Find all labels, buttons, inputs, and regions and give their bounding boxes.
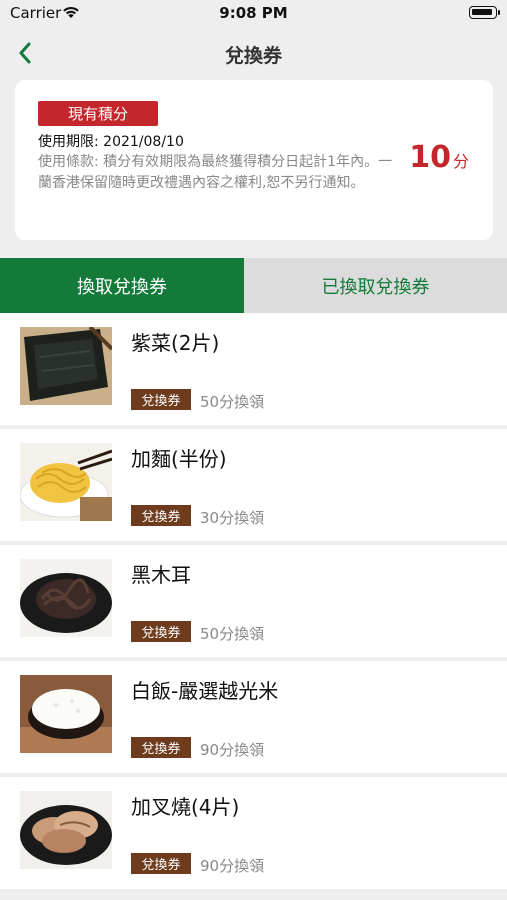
item-cost: 90分換領: [200, 857, 265, 875]
voucher-badge: 兌換券: [131, 737, 191, 758]
voucher-badge: 兌換券: [131, 853, 191, 874]
wood-ear-image: [20, 559, 112, 637]
item-cost: 50分換領: [200, 393, 265, 411]
list-item[interactable]: 黑木耳 兌換券 50分換領: [0, 545, 507, 657]
tab-bar: 換取兌換券 已換取兌換券: [0, 258, 507, 313]
terms-text: 使用條款: 積分有效期限為最終獲得積分日起計1年內。一蘭香港保留隨時更改禮遇內容…: [38, 154, 393, 191]
tab-redeemed-vouchers[interactable]: 已換取兌換券: [244, 258, 507, 313]
item-title: 加叉燒(4片): [131, 795, 240, 819]
item-title: 黑木耳: [131, 563, 191, 587]
points-unit: 分: [452, 152, 469, 171]
voucher-badge: 兌換券: [131, 389, 191, 410]
item-title: 加麵(半份): [131, 447, 227, 471]
list-item[interactable]: 紫菜(2片) 兌換券 50分換領: [0, 313, 507, 425]
points-card: 現有積分 使用期限: 2021/08/10 使用條款: 積分有效期限為最終獲得積…: [15, 80, 493, 240]
voucher-badge: 兌換券: [131, 621, 191, 642]
points-balance: 10 分: [409, 140, 469, 175]
points-number: 10: [409, 140, 451, 175]
item-title: 白飯-嚴選越光米: [131, 679, 279, 703]
item-cost: 50分換領: [200, 625, 265, 643]
rice-image: [20, 675, 112, 753]
battery-icon: [469, 6, 500, 19]
page-title: 兌換券: [224, 45, 282, 67]
list-item[interactable]: 白飯-嚴選越光米 兌換券 90分換領: [0, 661, 507, 773]
item-cost: 90分換領: [200, 741, 265, 759]
item-title: 紫菜(2片): [131, 331, 220, 355]
chashu-image: [20, 791, 112, 869]
expiry-date: 使用期限: 2021/08/10: [38, 134, 184, 150]
status-bar: Carrier 9:08 PM: [0, 0, 507, 28]
nav-bar: 兌換券: [0, 28, 507, 78]
nori-image: [20, 327, 112, 405]
voucher-list: 紫菜(2片) 兌換券 50分換領 加麵(半份) 兌換券 30分換領 黑木耳 兌換…: [0, 313, 507, 893]
status-time: 9:08 PM: [219, 4, 288, 22]
noodles-image: [20, 443, 112, 521]
list-item[interactable]: 加叉燒(4片) 兌換券 90分換領: [0, 777, 507, 889]
item-cost: 30分換領: [200, 509, 265, 527]
voucher-badge: 兌換券: [131, 505, 191, 526]
tab-redeem-voucher[interactable]: 換取兌換券: [0, 258, 244, 313]
points-badge: 現有積分: [38, 101, 158, 126]
list-item[interactable]: 加麵(半份) 兌換券 30分換領: [0, 429, 507, 541]
